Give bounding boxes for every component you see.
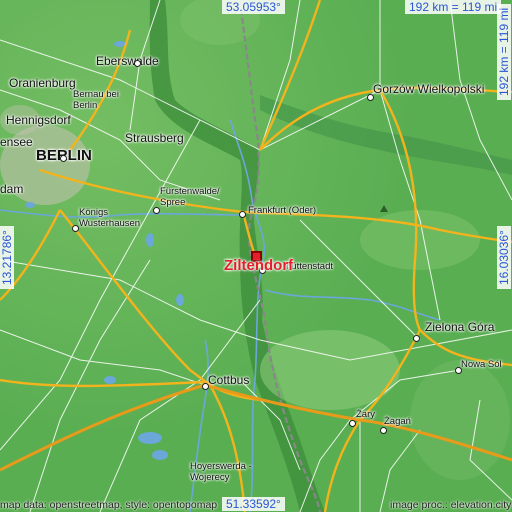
city-marker-gorzow bbox=[367, 94, 374, 101]
city-marker-frankfurt bbox=[239, 211, 246, 218]
map-credit: map data: openstreetmap, style: opentopo… bbox=[0, 499, 218, 511]
place-hennigsdorf[interactable]: Hennigsdorf bbox=[6, 114, 71, 126]
place-zary[interactable]: Żary bbox=[356, 410, 375, 420]
scale-vertical: 192 km = 119 mi bbox=[497, 3, 511, 100]
city-marker-zagan bbox=[380, 427, 387, 434]
target-place-label[interactable]: Ziltendorf bbox=[224, 258, 293, 273]
city-marker-furstenwalde bbox=[153, 207, 160, 214]
place-cottbus[interactable]: Cottbus bbox=[208, 374, 249, 386]
place-strausberg[interactable]: Strausberg bbox=[125, 132, 184, 144]
city-marker-berlin bbox=[60, 155, 67, 162]
map-canvas[interactable]: Eberswalde Oranienburg Bernau bei Berlin… bbox=[0, 0, 512, 512]
place-furstenwalde-spree[interactable]: Fürstenwalde/ Spree bbox=[160, 186, 220, 209]
coord-top-latitude: 53.05953° bbox=[222, 0, 285, 14]
coord-bottom-latitude: 51.33592° bbox=[222, 497, 285, 511]
place-zielona-gora[interactable]: Zielona Góra bbox=[425, 321, 494, 333]
place-konigs-wusterhausen[interactable]: Königs Wusterhausen bbox=[79, 207, 140, 230]
place-frankfurt-oder[interactable]: Frankfurt (Oder) bbox=[248, 206, 316, 216]
place-ensee-partial[interactable]: ensee bbox=[0, 136, 33, 148]
place-nowa-sol[interactable]: Nowa Sól bbox=[461, 360, 502, 370]
coord-left-longitude: 13.21786° bbox=[0, 226, 14, 289]
place-zagan[interactable]: Żagań bbox=[384, 417, 411, 427]
city-marker-nowa-sol bbox=[455, 367, 462, 374]
city-marker-zary bbox=[349, 420, 356, 427]
place-hoyerswerda-wojerecy[interactable]: Hoyerswerda - Wojerecy bbox=[190, 461, 252, 484]
city-marker-zielona-gora bbox=[413, 335, 420, 342]
place-potsdam-partial[interactable]: dam bbox=[0, 183, 23, 195]
place-oranienburg[interactable]: Oranienburg bbox=[9, 77, 76, 89]
place-eberswalde[interactable]: Eberswalde bbox=[96, 55, 159, 67]
image-credit: image proc.: elevation.city bbox=[390, 499, 512, 511]
city-marker-cottbus bbox=[202, 383, 209, 390]
coord-right-longitude: 16.03036° bbox=[497, 226, 511, 289]
city-marker-eberswalde bbox=[134, 60, 141, 67]
place-gorzow-wielkopolski[interactable]: Gorzów Wielkopolski bbox=[373, 83, 484, 95]
city-marker-konigs-wusterhausen bbox=[72, 225, 79, 232]
place-bernau-bei-berlin[interactable]: Bernau bei Berlin bbox=[73, 89, 119, 112]
scale-horizontal: 192 km = 119 mi bbox=[405, 0, 502, 14]
